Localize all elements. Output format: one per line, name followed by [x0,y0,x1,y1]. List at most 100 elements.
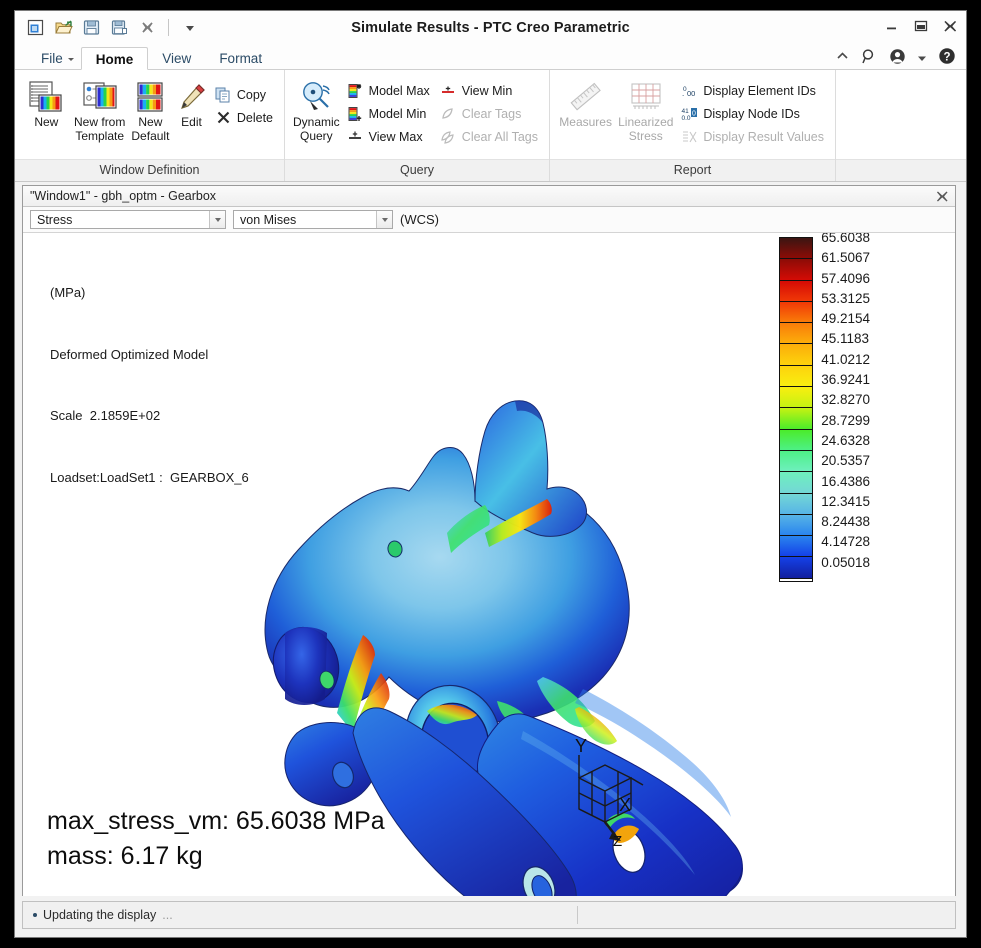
stress-colorbar: 65.6038 61.5067 57.4096 53.3125 49.2154 45.11… [779,233,870,583]
clear-tags-button[interactable]: Clear Tags [435,102,543,125]
dynamic-query-button[interactable]: Dynamic Query [291,75,342,143]
colorbar-band [780,301,813,324]
quantity-combo-caret-icon[interactable] [209,211,225,228]
linearized-stress-button[interactable]: Linearized Stress [615,75,676,143]
display-result-values-button[interactable]: Display Result Values [676,125,829,148]
display-element-ids-button[interactable]: . 0 00 Display Element IDs [676,79,829,102]
colorbar-tick-label: 49.2154 [821,311,870,327]
component-combo-caret-icon[interactable] [376,211,392,228]
tab-view[interactable]: View [148,47,205,70]
colorbar-tick-label: 8.24438 [821,514,870,530]
status-bar: Updating the display ... [22,901,956,929]
display-result-values-label: Display Result Values [703,129,824,144]
tab-home[interactable]: Home [80,47,149,70]
document-tab-title: "Window1" - gbh_optm - Gearbox [30,189,217,203]
housing-left-boss-side [285,627,327,705]
window-definition-small-buttons: Copy Delete [210,75,278,129]
new-default-button[interactable]: New Default [128,75,173,143]
new-default-icon [134,79,166,115]
clear-all-tags-button[interactable]: Clear All Tags [435,125,543,148]
svg-text:0.0: 0.0 [682,115,691,122]
copy-button[interactable]: Copy [210,83,278,106]
minimize-button[interactable] [884,19,900,33]
model-min-button[interactable]: Model Min [342,102,435,125]
user-dropdown-caret-icon[interactable] [917,50,927,68]
component-combo-value: von Mises [240,212,297,227]
close-window-button[interactable] [942,19,958,33]
new-default-button-label: New Default [131,115,170,143]
triad-label-z: Z [613,833,622,850]
colorbar-tick-label: 20.5357 [821,453,870,469]
report-small-buttons: . 0 00 Display Element IDs 41 0.0 0 Disp… [676,75,829,148]
colorbar-tick-label: 12.3415 [821,493,870,509]
new-from-template-button-label: New from Template [74,115,126,143]
colorbar-tick-label: 0.05018 [821,554,870,570]
ribbon-group-window-definition-label: Window Definition [15,159,284,181]
results-document-window: "Window1" - gbh_optm - Gearbox Stress vo… [22,185,956,896]
colorbar-band [780,280,813,302]
result-annotations: max_stress_vm: 65.6038 MPa mass: 6.17 kg [47,804,385,874]
colorbar-band [780,365,813,388]
model-max-button[interactable]: Model Max [342,79,435,102]
annotation-max-stress: max_stress_vm: 65.6038 MPa [47,807,385,835]
measures-button-label: Measures [559,115,612,129]
status-divider [577,906,578,924]
new-button[interactable]: New [21,75,72,129]
ribbon-help-cluster: ? [835,47,956,70]
document-close-icon[interactable] [935,189,949,203]
new-from-template-button[interactable]: New from Template [72,75,128,143]
colorbar-tick-label: 32.8270 [821,392,870,408]
edit-button[interactable]: Edit [173,75,210,129]
status-bullet-icon [33,913,37,917]
model-max-icon [347,82,364,99]
colorbar-tick-label: 65.6038 [821,233,870,245]
delete-button-label: Delete [236,110,273,125]
colorbar-tick-label: 28.7299 [821,412,870,428]
status-message: Updating the display ... [23,908,173,922]
colorbar-band [780,450,813,473]
colorbar-tick-label: 4.14728 [821,534,870,550]
clear-all-tags-button-label: Clear All Tags [461,129,538,144]
chevron-down-icon [67,58,74,61]
user-icon[interactable] [889,48,906,70]
restore-button[interactable] [913,19,929,33]
display-node-ids-label: Display Node IDs [703,106,800,121]
collapse-ribbon-icon[interactable] [835,49,850,69]
display-node-ids-button[interactable]: 41 0.0 0 Display Node IDs [676,102,829,125]
view-min-button[interactable]: View Min [435,79,543,102]
clear-all-tags-icon [440,128,457,145]
ribbon-tab-strip: File Home View Format ? [15,45,966,70]
application-window: Simulate Results - PTC Creo Parametric F… [14,10,967,938]
colorbar-band [780,323,813,345]
colorbar-band [780,514,813,537]
search-icon[interactable] [861,48,878,70]
help-icon[interactable]: ? [938,47,956,70]
tab-file[interactable]: File [27,47,81,70]
result-values-icon [681,128,698,145]
dynamic-query-icon [299,79,333,115]
tab-format[interactable]: Format [205,47,276,70]
graphics-canvas[interactable]: (MPa) Deformed Optimized Model Scale 2.1… [23,233,955,896]
view-min-icon [440,82,457,99]
ribbon-group-report: Measures Linearized Stress . 0 00 Displa… [549,70,835,181]
component-combo[interactable]: von Mises [233,210,393,229]
colorbar-band [780,493,813,515]
svg-text:41: 41 [682,108,690,115]
triad-label-y: Y [575,736,587,756]
ribbon-group-window-definition: New New from Template New Default Edit C… [15,70,284,181]
view-min-button-label: View Min [461,83,513,98]
query-small-buttons-col1: Model Max Model Min View Max [342,75,435,148]
quantity-combo[interactable]: Stress [30,210,226,229]
display-element-ids-label: Display Element IDs [703,83,816,98]
linearized-stress-icon [629,79,663,115]
colorbar-tick-label: 16.4386 [821,473,870,489]
copy-icon [215,86,232,103]
colorbar-band [780,472,813,494]
delete-button[interactable]: Delete [210,106,278,129]
svg-text:0: 0 [692,110,696,117]
measures-button[interactable]: Measures [556,75,615,129]
tab-home-label: Home [95,52,134,67]
view-max-button[interactable]: View Max [342,125,435,148]
tab-file-label: File [41,51,63,66]
view-max-button-label: View Max [368,129,423,144]
